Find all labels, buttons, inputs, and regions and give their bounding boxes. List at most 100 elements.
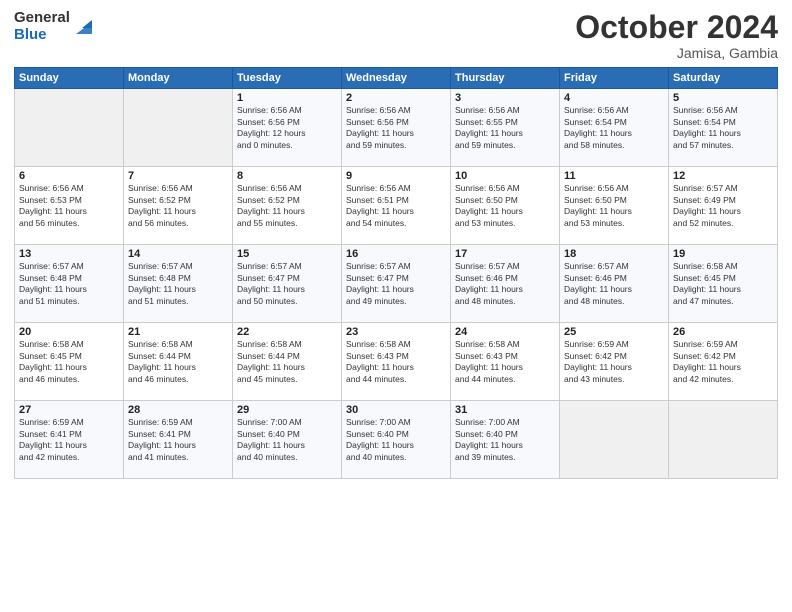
day-cell	[560, 401, 669, 479]
day-number: 4	[564, 92, 664, 104]
day-cell: 4Sunrise: 6:56 AM Sunset: 6:54 PM Daylig…	[560, 89, 669, 167]
day-info: Sunrise: 6:57 AM Sunset: 6:47 PM Dayligh…	[346, 261, 446, 307]
day-cell: 18Sunrise: 6:57 AM Sunset: 6:46 PM Dayli…	[560, 245, 669, 323]
day-cell: 22Sunrise: 6:58 AM Sunset: 6:44 PM Dayli…	[233, 323, 342, 401]
col-monday: Monday	[124, 68, 233, 89]
day-number: 2	[346, 92, 446, 104]
day-cell: 31Sunrise: 7:00 AM Sunset: 6:40 PM Dayli…	[451, 401, 560, 479]
day-number: 27	[19, 404, 119, 416]
day-cell: 12Sunrise: 6:57 AM Sunset: 6:49 PM Dayli…	[669, 167, 778, 245]
day-number: 15	[237, 248, 337, 260]
day-cell: 25Sunrise: 6:59 AM Sunset: 6:42 PM Dayli…	[560, 323, 669, 401]
day-number: 6	[19, 170, 119, 182]
day-info: Sunrise: 6:56 AM Sunset: 6:56 PM Dayligh…	[346, 105, 446, 151]
day-info: Sunrise: 6:58 AM Sunset: 6:44 PM Dayligh…	[237, 339, 337, 385]
day-info: Sunrise: 6:56 AM Sunset: 6:51 PM Dayligh…	[346, 183, 446, 229]
day-number: 28	[128, 404, 228, 416]
month-title: October 2024	[575, 10, 778, 45]
day-cell	[124, 89, 233, 167]
day-info: Sunrise: 6:56 AM Sunset: 6:50 PM Dayligh…	[564, 183, 664, 229]
day-info: Sunrise: 6:58 AM Sunset: 6:43 PM Dayligh…	[455, 339, 555, 385]
day-cell: 21Sunrise: 6:58 AM Sunset: 6:44 PM Dayli…	[124, 323, 233, 401]
col-friday: Friday	[560, 68, 669, 89]
day-info: Sunrise: 6:58 AM Sunset: 6:45 PM Dayligh…	[19, 339, 119, 385]
day-info: Sunrise: 6:58 AM Sunset: 6:44 PM Dayligh…	[128, 339, 228, 385]
day-cell: 10Sunrise: 6:56 AM Sunset: 6:50 PM Dayli…	[451, 167, 560, 245]
day-number: 26	[673, 326, 773, 338]
week-row-1: 1Sunrise: 6:56 AM Sunset: 6:56 PM Daylig…	[15, 89, 778, 167]
day-cell: 13Sunrise: 6:57 AM Sunset: 6:48 PM Dayli…	[15, 245, 124, 323]
col-sunday: Sunday	[15, 68, 124, 89]
day-number: 3	[455, 92, 555, 104]
week-row-5: 27Sunrise: 6:59 AM Sunset: 6:41 PM Dayli…	[15, 401, 778, 479]
day-cell: 29Sunrise: 7:00 AM Sunset: 6:40 PM Dayli…	[233, 401, 342, 479]
logo-wing-icon	[72, 16, 94, 38]
col-tuesday: Tuesday	[233, 68, 342, 89]
day-info: Sunrise: 6:58 AM Sunset: 6:45 PM Dayligh…	[673, 261, 773, 307]
day-info: Sunrise: 6:56 AM Sunset: 6:54 PM Dayligh…	[673, 105, 773, 151]
day-info: Sunrise: 7:00 AM Sunset: 6:40 PM Dayligh…	[346, 417, 446, 463]
day-number: 10	[455, 170, 555, 182]
location: Jamisa, Gambia	[575, 45, 778, 61]
day-info: Sunrise: 6:59 AM Sunset: 6:41 PM Dayligh…	[19, 417, 119, 463]
day-number: 29	[237, 404, 337, 416]
col-wednesday: Wednesday	[342, 68, 451, 89]
day-cell: 8Sunrise: 6:56 AM Sunset: 6:52 PM Daylig…	[233, 167, 342, 245]
header: General Blue October 2024 Jamisa, Gambia	[14, 10, 778, 61]
day-info: Sunrise: 6:56 AM Sunset: 6:54 PM Dayligh…	[564, 105, 664, 151]
day-cell: 30Sunrise: 7:00 AM Sunset: 6:40 PM Dayli…	[342, 401, 451, 479]
day-info: Sunrise: 6:56 AM Sunset: 6:52 PM Dayligh…	[237, 183, 337, 229]
day-cell: 1Sunrise: 6:56 AM Sunset: 6:56 PM Daylig…	[233, 89, 342, 167]
day-number: 25	[564, 326, 664, 338]
day-cell: 23Sunrise: 6:58 AM Sunset: 6:43 PM Dayli…	[342, 323, 451, 401]
day-number: 18	[564, 248, 664, 260]
day-number: 7	[128, 170, 228, 182]
day-info: Sunrise: 6:56 AM Sunset: 6:50 PM Dayligh…	[455, 183, 555, 229]
day-info: Sunrise: 7:00 AM Sunset: 6:40 PM Dayligh…	[455, 417, 555, 463]
week-row-4: 20Sunrise: 6:58 AM Sunset: 6:45 PM Dayli…	[15, 323, 778, 401]
day-cell: 2Sunrise: 6:56 AM Sunset: 6:56 PM Daylig…	[342, 89, 451, 167]
week-row-2: 6Sunrise: 6:56 AM Sunset: 6:53 PM Daylig…	[15, 167, 778, 245]
day-number: 12	[673, 170, 773, 182]
day-cell: 27Sunrise: 6:59 AM Sunset: 6:41 PM Dayli…	[15, 401, 124, 479]
day-info: Sunrise: 6:57 AM Sunset: 6:48 PM Dayligh…	[128, 261, 228, 307]
day-cell	[669, 401, 778, 479]
col-thursday: Thursday	[451, 68, 560, 89]
day-number: 19	[673, 248, 773, 260]
day-cell: 5Sunrise: 6:56 AM Sunset: 6:54 PM Daylig…	[669, 89, 778, 167]
day-number: 5	[673, 92, 773, 104]
day-number: 9	[346, 170, 446, 182]
day-cell: 28Sunrise: 6:59 AM Sunset: 6:41 PM Dayli…	[124, 401, 233, 479]
day-cell: 7Sunrise: 6:56 AM Sunset: 6:52 PM Daylig…	[124, 167, 233, 245]
day-info: Sunrise: 6:58 AM Sunset: 6:43 PM Dayligh…	[346, 339, 446, 385]
col-saturday: Saturday	[669, 68, 778, 89]
day-cell: 14Sunrise: 6:57 AM Sunset: 6:48 PM Dayli…	[124, 245, 233, 323]
day-cell: 6Sunrise: 6:56 AM Sunset: 6:53 PM Daylig…	[15, 167, 124, 245]
day-info: Sunrise: 6:56 AM Sunset: 6:56 PM Dayligh…	[237, 105, 337, 151]
day-info: Sunrise: 6:59 AM Sunset: 6:41 PM Dayligh…	[128, 417, 228, 463]
day-number: 16	[346, 248, 446, 260]
day-cell	[15, 89, 124, 167]
day-cell: 15Sunrise: 6:57 AM Sunset: 6:47 PM Dayli…	[233, 245, 342, 323]
day-info: Sunrise: 6:59 AM Sunset: 6:42 PM Dayligh…	[673, 339, 773, 385]
day-cell: 3Sunrise: 6:56 AM Sunset: 6:55 PM Daylig…	[451, 89, 560, 167]
day-number: 22	[237, 326, 337, 338]
title-block: October 2024 Jamisa, Gambia	[575, 10, 778, 61]
day-number: 30	[346, 404, 446, 416]
day-number: 20	[19, 326, 119, 338]
day-number: 14	[128, 248, 228, 260]
day-info: Sunrise: 6:56 AM Sunset: 6:52 PM Dayligh…	[128, 183, 228, 229]
day-cell: 17Sunrise: 6:57 AM Sunset: 6:46 PM Dayli…	[451, 245, 560, 323]
day-number: 23	[346, 326, 446, 338]
day-cell: 24Sunrise: 6:58 AM Sunset: 6:43 PM Dayli…	[451, 323, 560, 401]
day-cell: 11Sunrise: 6:56 AM Sunset: 6:50 PM Dayli…	[560, 167, 669, 245]
day-number: 1	[237, 92, 337, 104]
day-number: 13	[19, 248, 119, 260]
day-number: 17	[455, 248, 555, 260]
day-info: Sunrise: 7:00 AM Sunset: 6:40 PM Dayligh…	[237, 417, 337, 463]
day-info: Sunrise: 6:57 AM Sunset: 6:49 PM Dayligh…	[673, 183, 773, 229]
day-cell: 16Sunrise: 6:57 AM Sunset: 6:47 PM Dayli…	[342, 245, 451, 323]
day-number: 8	[237, 170, 337, 182]
page: General Blue October 2024 Jamisa, Gambia…	[0, 0, 792, 612]
day-info: Sunrise: 6:56 AM Sunset: 6:55 PM Dayligh…	[455, 105, 555, 151]
